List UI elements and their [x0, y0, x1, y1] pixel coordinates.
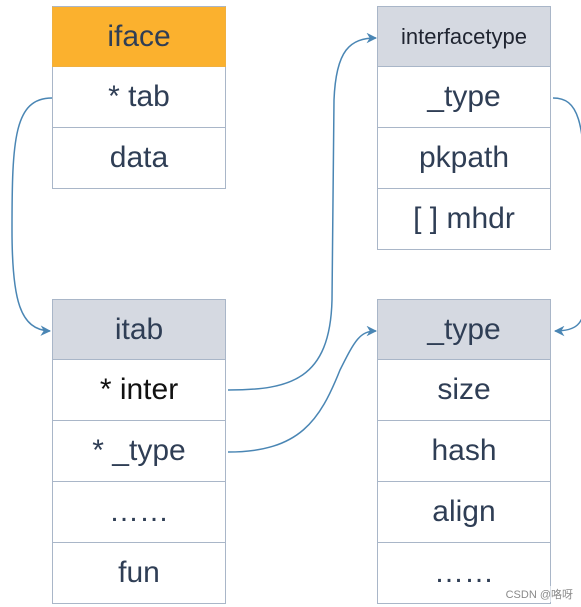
edge-itab-type-to-type	[227, 325, 378, 453]
struct-type: _type size hash align ……	[377, 299, 551, 604]
edge-iface-tab-to-itab	[11, 97, 53, 336]
field-inter: * inter	[52, 360, 226, 421]
field-ellipsis: ……	[52, 482, 226, 543]
watermark: CSDN @咯呀	[505, 586, 573, 602]
struct-header: interfacetype	[377, 6, 551, 67]
field-data: data	[52, 128, 226, 189]
struct-itab: itab * inter * _type …… fun	[52, 299, 226, 604]
struct-header: itab	[52, 299, 226, 360]
struct-interfacetype: interfacetype _type pkpath [ ] mhdr	[377, 6, 551, 250]
edge-interfacetype-type-to-type	[552, 97, 581, 337]
struct-iface: iface * tab data	[52, 6, 226, 189]
field-hash: hash	[377, 421, 551, 482]
struct-header: _type	[377, 299, 551, 360]
field-type: * _type	[52, 421, 226, 482]
field-type: _type	[377, 67, 551, 128]
field-align: align	[377, 482, 551, 543]
field-tab: * tab	[52, 67, 226, 128]
field-fun: fun	[52, 543, 226, 604]
edge-itab-inter-to-interfacetype	[227, 32, 378, 391]
struct-header: iface	[52, 6, 226, 67]
field-size: size	[377, 360, 551, 421]
field-pkpath: pkpath	[377, 128, 551, 189]
field-mhdr: [ ] mhdr	[377, 189, 551, 250]
